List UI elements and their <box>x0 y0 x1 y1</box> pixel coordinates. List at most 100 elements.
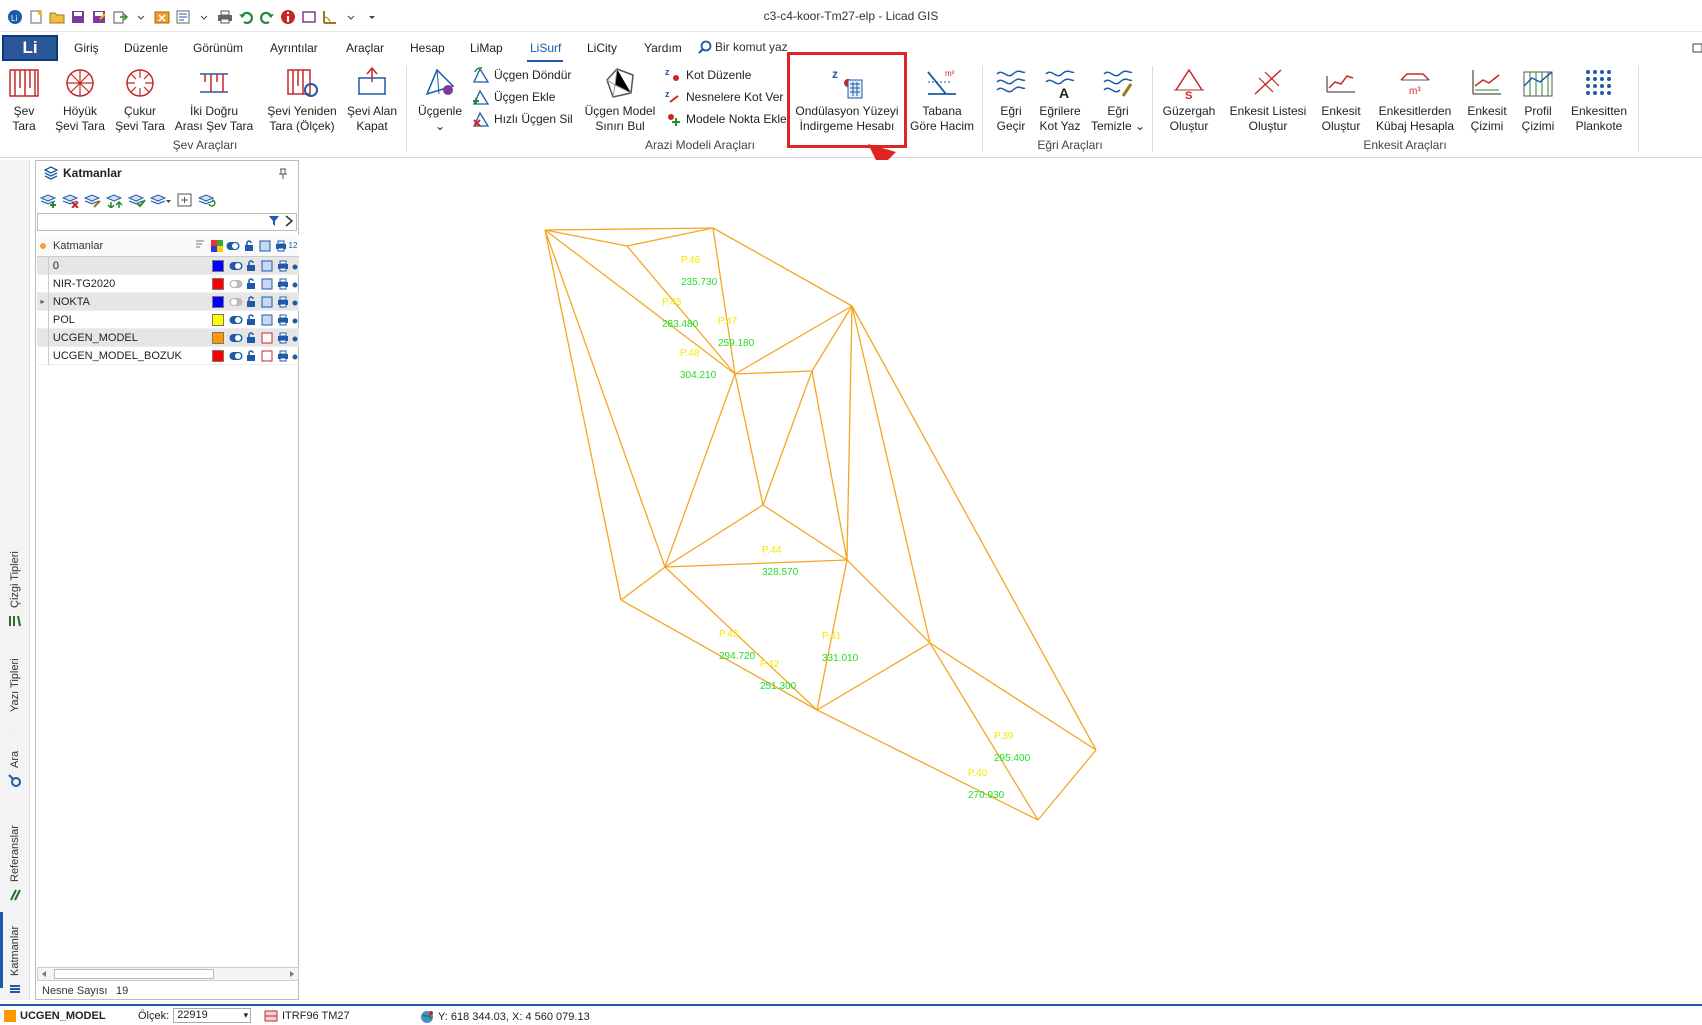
visibility-on-icon[interactable] <box>228 312 244 328</box>
tab-licity[interactable]: LiCity <box>587 41 617 55</box>
tin-edge[interactable] <box>734 370 813 375</box>
side-tab-ara[interactable]: Ara <box>2 744 28 788</box>
row-header[interactable] <box>37 256 49 275</box>
unlock-icon[interactable] <box>243 276 259 292</box>
enkesitlerden-kubaj-hesapla-button[interactable]: m³ Enkesitlerden Kübaj Hesapla <box>1372 66 1458 134</box>
point-id-label[interactable]: P.44 <box>762 545 782 556</box>
unlock-icon[interactable] <box>243 258 259 274</box>
scrollbar-thumb[interactable] <box>54 969 214 979</box>
point-elevation-label[interactable]: 294.720 <box>719 651 756 662</box>
tab-lisurf[interactable]: LiSurf <box>530 41 561 55</box>
layer-more-icon[interactable] <box>291 330 299 346</box>
side-tab-cizgi-tipleri[interactable]: Çizgi Tipleri <box>2 548 28 628</box>
point-elevation-label[interactable]: 295.400 <box>994 753 1031 764</box>
point-elevation-label[interactable]: 328.570 <box>762 567 799 578</box>
layer-row[interactable]: NIR-TG2020 <box>37 274 299 293</box>
row-header[interactable] <box>37 328 49 347</box>
tin-edge[interactable] <box>664 373 736 568</box>
layer-color-swatch[interactable] <box>211 348 228 364</box>
tin-edge[interactable] <box>544 229 622 601</box>
point-id-label[interactable]: P.39 <box>994 731 1014 742</box>
status-crs[interactable]: ITRF96 TM27 <box>264 1010 350 1022</box>
edit-layer-icon[interactable] <box>84 192 102 208</box>
point-id-label[interactable]: P.43 <box>719 629 739 640</box>
tin-edge[interactable] <box>544 229 628 247</box>
layer-row[interactable]: UCGEN_MODEL <box>37 328 299 347</box>
fill-off-icon[interactable] <box>259 348 275 364</box>
tin-edge[interactable] <box>664 559 848 568</box>
print-icon[interactable] <box>275 330 291 346</box>
filter-layer-icon[interactable] <box>128 192 146 208</box>
point-elevation-label[interactable]: 235.730 <box>681 277 718 288</box>
layer-more-icon[interactable] <box>291 276 299 292</box>
collapse-ribbon-icon[interactable] <box>1692 42 1702 54</box>
point-elevation-label[interactable]: 304.210 <box>680 370 717 381</box>
print-icon[interactable] <box>275 312 291 328</box>
horizontal-scrollbar[interactable] <box>37 967 299 981</box>
tin-edge[interactable] <box>846 305 853 561</box>
ucgen-dondur-button[interactable]: Üçgen Döndür <box>472 66 571 84</box>
fill-on-icon[interactable] <box>259 258 275 274</box>
print-icon[interactable] <box>275 258 291 274</box>
tin-edge[interactable] <box>620 566 666 601</box>
point-id-label[interactable]: P.42 <box>760 659 780 670</box>
side-tab-katmanlar[interactable]: Katmanlar <box>2 912 28 996</box>
point-id-label[interactable]: P.40 <box>968 768 988 779</box>
tin-edge[interactable] <box>626 227 714 247</box>
visibility-on-icon[interactable] <box>228 258 244 274</box>
tab-gorunum[interactable]: Görünüm <box>193 41 243 55</box>
tin-edge[interactable] <box>664 504 764 568</box>
tin-edge[interactable] <box>851 305 931 644</box>
row-header[interactable] <box>37 346 49 365</box>
ucgenle-button[interactable]: Üçgenle ⌄ <box>414 66 466 134</box>
tin-edge[interactable] <box>851 305 1097 751</box>
scale-input[interactable]: 22919 ▾ <box>173 1008 252 1023</box>
layer-more-icon[interactable] <box>291 312 299 328</box>
unlock-icon[interactable] <box>243 330 259 346</box>
ucgen-ekle-button[interactable]: Üçgen Ekle <box>472 88 555 106</box>
row-header[interactable] <box>37 274 49 293</box>
chevron-right-icon[interactable] <box>284 215 294 227</box>
unlock-icon[interactable] <box>243 312 259 328</box>
refresh-layers-icon[interactable] <box>198 192 216 208</box>
tab-yardim[interactable]: Yardım <box>644 41 682 55</box>
chevron-down-icon[interactable]: ▾ <box>244 1009 251 1022</box>
sevi-yeniden-tara-button[interactable]: Şevi Yeniden Tara (Ölçek) <box>264 66 340 134</box>
filter-icon[interactable] <box>268 215 280 227</box>
hoyuk-sevi-tara-button[interactable]: Höyük Şevi Tara <box>52 66 108 134</box>
tab-duzenle[interactable]: Düzenle <box>124 41 168 55</box>
point-id-label[interactable]: P.47 <box>718 316 738 327</box>
layer-more-icon[interactable] <box>291 348 299 364</box>
fill-off-icon[interactable] <box>259 330 275 346</box>
layer-options-icon[interactable] <box>150 192 172 208</box>
point-id-label[interactable]: P.46 <box>681 255 701 266</box>
print-icon[interactable] <box>275 348 291 364</box>
add-layer-icon[interactable] <box>40 192 58 208</box>
layer-color-swatch[interactable] <box>211 330 228 346</box>
tin-model-drawing[interactable]: P.46 235.730 P.45 283.480 P.47 259.180 P.48 304… <box>302 160 1702 1004</box>
unlock-icon[interactable] <box>243 348 259 364</box>
layer-color-swatch[interactable] <box>211 276 228 292</box>
kot-duzenle-button[interactable]: z Kot Düzenle <box>664 66 751 84</box>
point-elevation-label[interactable]: 270.930 <box>968 790 1005 801</box>
scroll-left-icon[interactable] <box>40 970 48 978</box>
layer-row[interactable]: ▸ NOKTA <box>37 292 299 311</box>
tin-edge[interactable] <box>544 229 736 375</box>
side-tab-referanslar[interactable]: Referanslar <box>2 806 28 902</box>
layer-color-swatch[interactable] <box>211 294 228 310</box>
tin-edge[interactable] <box>846 559 931 644</box>
point-id-label[interactable]: P.48 <box>680 348 700 359</box>
egri-gecir-button[interactable]: Eğri Geçir <box>990 66 1032 134</box>
side-tab-yazi-tipleri[interactable]: A Yazı Tipleri <box>2 652 28 740</box>
layer-row[interactable]: POL <box>37 310 299 329</box>
tin-edge[interactable] <box>1037 749 1097 821</box>
visibility-off-icon[interactable] <box>228 276 244 292</box>
row-header[interactable] <box>37 310 49 329</box>
move-layer-icon[interactable] <box>106 192 124 208</box>
row-header[interactable]: ▸ <box>37 292 49 311</box>
hizli-ucgen-sil-button[interactable]: Hızlı Üçgen Sil <box>472 110 573 128</box>
visibility-on-icon[interactable] <box>228 348 244 364</box>
fill-on-icon[interactable] <box>259 276 275 292</box>
sev-tara-button[interactable]: Şev Tara <box>6 66 42 134</box>
point-elevation-label[interactable]: 283.480 <box>662 319 699 330</box>
